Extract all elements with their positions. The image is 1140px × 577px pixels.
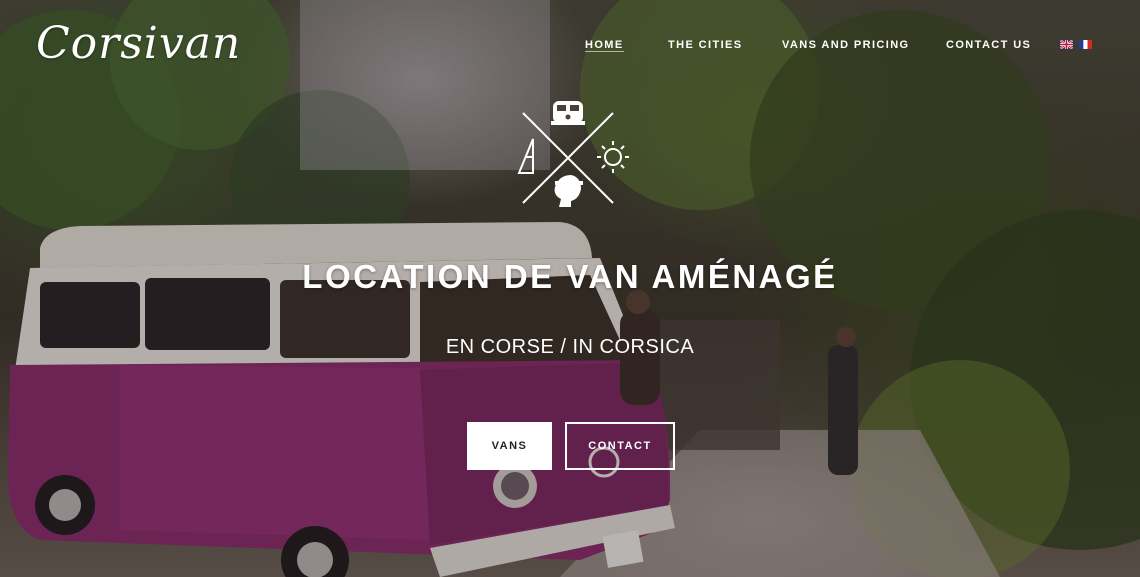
nav-item-the-cities[interactable]: THE CITIES xyxy=(668,39,743,51)
moor-head-icon xyxy=(554,175,583,207)
nav-item-home[interactable]: HOME xyxy=(585,39,624,52)
nav-item-vans-and-pricing[interactable]: VANS AND PRICING xyxy=(782,39,910,51)
nav-item-contact-us[interactable]: CONTACT US xyxy=(946,39,1031,51)
contact-button[interactable]: CONTACT xyxy=(565,422,675,470)
corsica-emblem xyxy=(517,101,629,207)
hero-title: LOCATION DE VAN AMÉNAGÉ xyxy=(302,258,838,295)
english-flag-icon[interactable] xyxy=(1060,40,1073,49)
hero-section: Corsivan HOME THE CITIES VANS AND PRICIN… xyxy=(0,0,1140,577)
main-nav: HOME THE CITIES VANS AND PRICING CONTACT… xyxy=(0,39,1140,53)
hero-subtitle: EN CORSE / IN CORSICA xyxy=(445,336,695,358)
vans-button[interactable]: VANS xyxy=(467,422,552,470)
sun-icon xyxy=(597,141,629,173)
tent-icon xyxy=(517,138,534,174)
van-icon xyxy=(551,101,585,125)
french-flag-icon[interactable] xyxy=(1079,40,1092,49)
